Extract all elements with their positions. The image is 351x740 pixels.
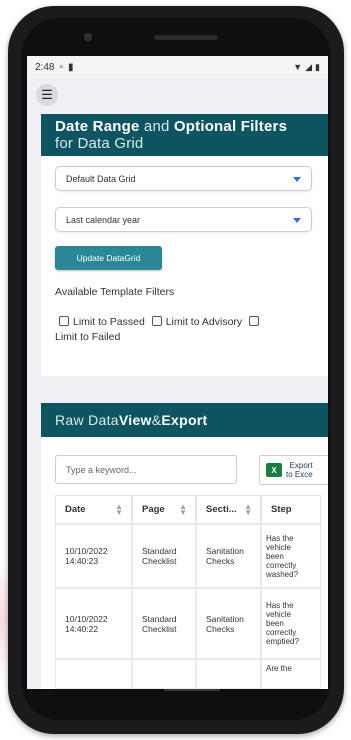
sort-icon: ▲ ▼ — [115, 501, 123, 517]
status-bar: 2:48 ▫ ▮ ▼ ◢ ▮ — [27, 56, 328, 78]
export-label-line2: to Exce — [286, 470, 313, 479]
date-range-select[interactable]: Last calendar year — [55, 207, 312, 232]
column-header-step[interactable]: Step — [261, 495, 321, 524]
table-cell-step: Are the — [261, 659, 321, 689]
table-cell-section — [196, 659, 261, 689]
table-cell-page — [132, 659, 196, 689]
table-cell-section: Sanitation Checks — [196, 588, 261, 659]
keyword-search-input[interactable]: Type a keyword... — [55, 455, 237, 484]
hamburger-menu-icon[interactable]: ☰ — [36, 84, 58, 106]
export-label-line1: Export — [289, 461, 313, 470]
signal-icon: ◢ — [305, 61, 313, 72]
limit-advisory-checkbox[interactable] — [151, 316, 162, 326]
template-filters-label: Available Template Filters — [55, 286, 175, 298]
table-cell-page: Standard Checklist — [132, 588, 196, 659]
battery-icon: ▮ — [315, 61, 320, 72]
limit-passed-label: Limit to Passed — [73, 316, 145, 328]
data-grid-select-value: Default Data Grid — [66, 173, 136, 184]
table-cell-step: Has the vehicle been correctly washed? — [261, 524, 321, 588]
limit-advisory-label: Limit to Advisory — [165, 316, 243, 328]
column-header-section[interactable]: Secti... ▲ ▼ — [196, 495, 261, 524]
earpiece-speaker — [154, 35, 218, 40]
column-header-page[interactable]: Page ▲ ▼ — [132, 495, 196, 524]
table-cell-section: Sanitation Checks — [196, 524, 261, 588]
sd-card-icon: ▮ — [68, 61, 74, 73]
app-screen: 2:48 ▫ ▮ ▼ ◢ ▮ ☰ Date Range and Optional… — [27, 56, 328, 689]
limit-failed-label: Limit to Failed — [55, 331, 121, 343]
chevron-down-icon — [293, 218, 301, 223]
sort-icon: ▲ ▼ — [244, 501, 252, 517]
limit-failed-checkbox[interactable] — [249, 316, 260, 326]
table-cell-page: Standard Checklist — [132, 524, 196, 588]
status-time: 2:48 — [35, 61, 55, 73]
data-view-card: Raw Data View & Export Type a keyword...… — [41, 403, 328, 689]
data-view-title: Raw Data View & Export — [41, 403, 328, 437]
limit-passed-checkbox[interactable] — [59, 316, 69, 326]
column-header-date[interactable]: Date ▲ ▼ — [55, 495, 132, 524]
sim-icon: ▫ — [59, 61, 64, 73]
front-camera — [84, 33, 92, 41]
table-cell-date — [55, 659, 132, 689]
filters-card: Date Range and Optional Filters for Data… — [41, 114, 328, 376]
data-grid-select[interactable]: Default Data Grid — [55, 166, 312, 191]
update-datagrid-button[interactable]: Update DataGrid — [55, 246, 162, 270]
wifi-icon: ▼ — [293, 62, 303, 72]
table-cell-date: 10/10/2022 14:40:22 — [55, 588, 132, 659]
export-excel-button[interactable]: X Export to Exce — [259, 455, 328, 485]
date-range-select-value: Last calendar year — [66, 214, 141, 225]
table-cell-step: Has the vehicle been correctly emptied? — [261, 588, 321, 659]
excel-icon: X — [266, 463, 282, 477]
table-cell-date: 10/10/2022 14:40:23 — [55, 524, 132, 588]
filters-card-title: Date Range and Optional Filters for Data… — [41, 114, 328, 156]
template-filter-checkboxes: Limit to Passed Limit to Advisory Limit … — [55, 315, 315, 345]
sort-icon: ▲ ▼ — [179, 501, 187, 517]
chevron-down-icon — [293, 177, 301, 182]
